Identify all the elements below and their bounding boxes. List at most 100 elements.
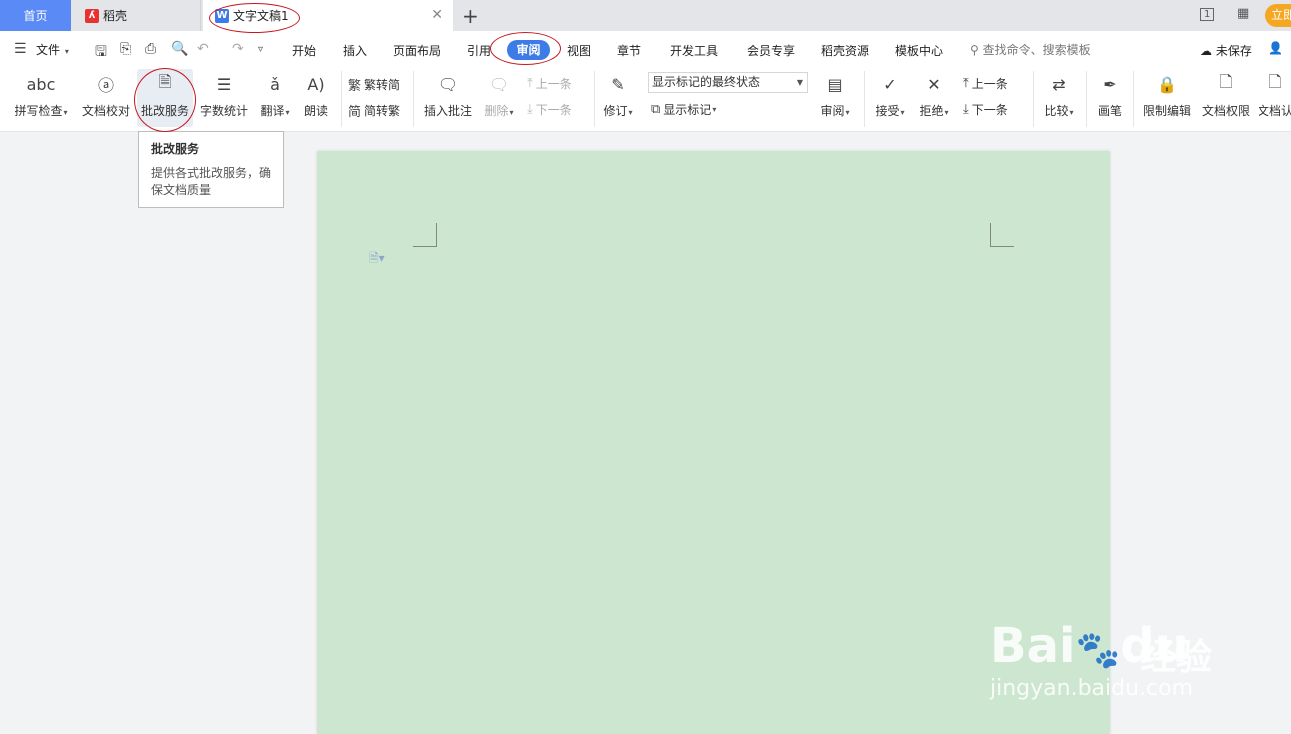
tab-developer[interactable]: 开发工具 <box>670 42 718 59</box>
unsaved-status[interactable]: ☁ 未保存 <box>1200 42 1252 59</box>
margin-corner-top-right <box>990 223 1014 247</box>
reject-button[interactable]: ✕ 拒绝▾ <box>916 67 952 119</box>
prev-comment-icon: ⤒ <box>527 76 533 91</box>
tab-daoke[interactable]: ʎ 稻壳 <box>73 0 201 31</box>
ribbon-divider <box>1033 71 1034 127</box>
tab-member[interactable]: 会员专享 <box>747 42 795 59</box>
margin-corner-top-left <box>413 223 437 247</box>
doc-proofread-button[interactable]: ⓐ 文档校对 <box>80 67 132 119</box>
hamburger-menu-icon[interactable]: ☰ <box>14 41 27 57</box>
ribbon-divider <box>413 71 414 127</box>
simp-to-trad-button[interactable]: 简简转繁 <box>348 101 400 120</box>
translate-button[interactable]: ǎ 翻译▾ <box>256 67 294 119</box>
next-change-icon: ⤓ <box>963 102 969 117</box>
command-search-placeholder: 查找命令、搜索模板 <box>982 43 1091 57</box>
menu-row <box>0 31 1291 67</box>
prev-change-button[interactable]: ⤒ 上一条 <box>963 75 1008 92</box>
comment-delete-icon: 🗨 <box>488 74 510 94</box>
annotation-ellipse-doc-tab <box>209 3 300 33</box>
share-user-icon[interactable]: 👤 <box>1268 41 1283 55</box>
translate-icon: ǎ <box>270 74 280 94</box>
review-service-tooltip: 批改服务 提供各式批改服务，确保文档质量 <box>138 131 284 208</box>
insert-comment-button[interactable]: 🗨 插入批注 <box>420 67 476 119</box>
delete-comment-button[interactable]: 🗨 删除▾ <box>480 67 518 119</box>
pen-icon: ✒ <box>1103 74 1117 94</box>
trad-to-simp-button[interactable]: 繁繁转简 <box>348 75 400 94</box>
save-icon[interactable]: 🖫 <box>95 41 107 65</box>
word-count-icon: ☰ <box>216 74 232 94</box>
prev-comment-button[interactable]: ⤒ 上一条 <box>527 75 572 92</box>
watermark-url: jingyan.baidu.com <box>990 676 1194 701</box>
export-pdf-icon[interactable]: ⎘ <box>120 41 131 57</box>
show-markup-icon: ⧉ <box>651 102 661 117</box>
spell-check-icon: abc <box>26 74 56 94</box>
cta-button[interactable]: 立即 <box>1265 4 1291 27</box>
watermark-jingyan-cn: 经验 <box>1140 637 1213 678</box>
markup-state-select[interactable]: 显示标记的最终状态 ▼ <box>648 72 808 93</box>
word-count-button[interactable]: ☰ 字数统计 <box>198 67 250 119</box>
comment-add-icon: 🗨 <box>437 74 459 94</box>
track-changes-button[interactable]: ✎ 修订▾ <box>600 67 636 119</box>
paw-icon: 🐾 <box>1075 630 1121 671</box>
tab-home[interactable]: 首页 <box>0 0 71 31</box>
review-pane-icon: ▤ <box>827 74 843 94</box>
tab-daoke-resources[interactable]: 稻壳资源 <box>821 42 869 59</box>
tab-template-center[interactable]: 模板中心 <box>895 42 943 59</box>
compare-icon: ⇄ <box>1052 74 1066 94</box>
apps-grid-icon[interactable]: ▦ <box>1237 6 1249 21</box>
daoke-logo-icon: ʎ <box>85 8 99 23</box>
doc-permission-button[interactable]: 🗋 文档权限 <box>1200 67 1252 119</box>
customize-toolbar-icon[interactable]: ▿ <box>258 44 263 55</box>
proofread-icon: ⓐ <box>97 76 114 95</box>
tab-page-layout[interactable]: 页面布局 <box>393 42 441 59</box>
spell-check-button[interactable]: abc 拼写检查▾ <box>12 67 70 119</box>
read-aloud-icon: A) <box>307 74 325 94</box>
ribbon-divider <box>864 71 865 127</box>
ribbon-divider <box>594 71 595 127</box>
next-comment-button[interactable]: ⤓ 下一条 <box>527 101 572 118</box>
tab-references[interactable]: 引用 <box>467 42 491 59</box>
permission-icon: 🗋 <box>1219 71 1233 91</box>
prev-change-icon: ⤒ <box>963 76 969 91</box>
convert-icon: 简 <box>348 105 362 120</box>
new-tab-button[interactable]: + <box>462 4 479 28</box>
tooltip-description: 提供各式批改服务，确保文档质量 <box>151 166 272 197</box>
track-changes-icon: ✎ <box>611 74 625 94</box>
tab-bar: 首页 ʎ 稻壳 W 文字文稿1 ✕ + 1 ▦ 立即 <box>0 0 1291 31</box>
convert-icon: 繁 <box>348 79 362 94</box>
print-preview-icon[interactable]: 🔍 <box>171 41 188 57</box>
annotation-ellipse-review-tab <box>490 32 561 65</box>
redo-icon[interactable]: ↷ <box>232 41 244 57</box>
review-pane-button[interactable]: ▤ 审阅▾ <box>816 67 854 119</box>
restrict-edit-button[interactable]: 🔒 限制编辑 <box>1141 67 1193 119</box>
cloud-icon: ☁ <box>1200 44 1212 58</box>
chevron-down-icon: ▾ <box>64 47 69 56</box>
file-menu[interactable]: 文件 ▾ <box>36 41 69 58</box>
lock-icon: 🔒 <box>1157 74 1177 94</box>
print-icon[interactable]: ⎙ <box>145 41 156 57</box>
next-change-button[interactable]: ⤓ 下一条 <box>963 101 1008 118</box>
ribbon-divider <box>341 71 342 127</box>
close-tab-icon[interactable]: ✕ <box>431 7 443 23</box>
cert-icon: 🗋 <box>1268 71 1282 91</box>
dropdown-arrow-icon: ▼ <box>796 78 803 87</box>
ribbon-divider <box>1086 71 1087 127</box>
tab-view[interactable]: 视图 <box>567 42 591 59</box>
page-view-icon[interactable]: 1 <box>1200 6 1215 21</box>
show-markup-button[interactable]: ⧉ 显示标记 ▾ <box>651 101 716 118</box>
search-icon: ⚲ <box>970 43 979 57</box>
accept-button[interactable]: ✓ 接受▾ <box>872 67 908 119</box>
paragraph-layout-icon[interactable]: 🗎▾ <box>369 249 385 270</box>
pen-button[interactable]: ✒ 画笔 <box>1094 67 1126 119</box>
undo-icon[interactable]: ↶ <box>197 41 209 57</box>
tooltip-title: 批改服务 <box>151 142 200 156</box>
read-aloud-button[interactable]: A) 朗读 <box>300 67 332 119</box>
tab-start[interactable]: 开始 <box>292 42 316 59</box>
tab-insert[interactable]: 插入 <box>343 42 367 59</box>
compare-button[interactable]: ⇄ 比较▾ <box>1040 67 1078 119</box>
next-comment-icon: ⤓ <box>527 102 533 117</box>
doc-cert-button[interactable]: 🗋 文档认 <box>1259 67 1291 119</box>
annotation-ellipse-review-service <box>134 68 196 132</box>
tab-chapter[interactable]: 章节 <box>617 42 641 59</box>
command-search[interactable]: ⚲ 查找命令、搜索模板 <box>970 41 1091 58</box>
